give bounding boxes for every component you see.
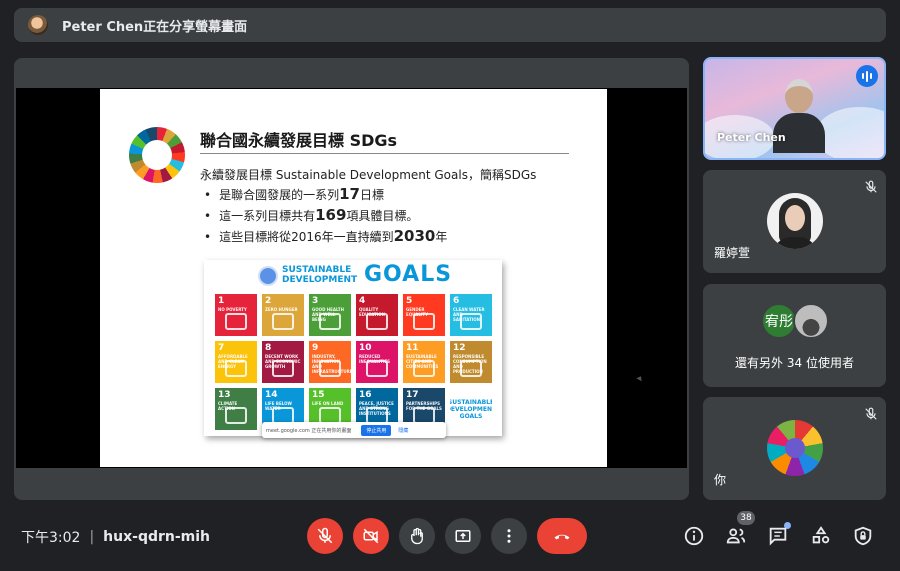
camera-toggle-button[interactable] [353, 518, 389, 554]
present-screen-button[interactable] [445, 518, 481, 554]
participant-name: 羅婷萱 [714, 246, 751, 260]
shield-lock-icon [854, 526, 872, 546]
avatar: 宥彤 [761, 303, 797, 339]
slide-divider [200, 153, 569, 154]
meeting-code: hux-qdrn-mih [103, 529, 211, 545]
mic-toggle-button[interactable] [307, 518, 343, 554]
self-view-tile[interactable]: 你 [703, 397, 886, 500]
other-participants-count: 還有另外 34 位使用者 [735, 356, 854, 370]
mic-off-icon [865, 180, 877, 193]
present-screen-icon [455, 530, 471, 542]
sdg-tile-13: 13 CLIMATE ACTION [215, 388, 257, 430]
leave-call-button[interactable] [537, 518, 587, 554]
sdg-tile-7: 7 AFFORDABLE AND CLEAN ENERGY [215, 341, 257, 383]
sdg-tile-6: 6 CLEAN WATER AND SANITATION [450, 294, 492, 336]
shared-screen: 聯合國永續發展目標 SDGs 永續發展目標 Sustainable Develo… [16, 88, 687, 468]
sdg-tile-8: 8 DECENT WORK AND ECONOMIC GROWTH [262, 341, 304, 383]
screen-share-notification: meet.google.com 正在共用你的畫面 停止共用 隱藏 [262, 422, 446, 438]
presentation-slide: 聯合國永續發展目標 SDGs 永續發展目標 Sustainable Develo… [100, 89, 644, 467]
sdg-tile-10: 10 REDUCED INEQUALITIES [356, 341, 398, 383]
sdg-tile-1: 1 NO POVERTY [215, 294, 257, 336]
activities-icon [812, 526, 830, 544]
participant-tile-speaker[interactable]: Peter Chen [703, 57, 886, 160]
sdg-tile-9: 9 INDUSTRY, INNOVATION AND INFRASTRUCTURE [309, 341, 351, 383]
sdg-tile-5: 5 GENDER EQUALITY [403, 294, 445, 336]
meeting-info: 下午3:02 | hux-qdrn-mih [21, 527, 210, 547]
sdg-wheel-icon [129, 127, 185, 183]
chat-icon [769, 527, 787, 546]
avatar [767, 193, 823, 249]
mic-off-icon [317, 527, 333, 544]
people-icon [726, 528, 746, 544]
avatar [767, 420, 823, 476]
sdg-poster: SUSTAINABLE DEVELOPMENT GOALS 1 NO POVERTY… [204, 260, 502, 438]
participant-tile[interactable]: 羅婷萱 [703, 170, 886, 273]
speaking-indicator-icon [856, 65, 878, 87]
participant-name: 你 [714, 473, 727, 487]
sdg-logo-tile: SUSTAINABLE DEVELOPMENT GOALS [450, 388, 492, 430]
slide-title: 聯合國永續發展目標 SDGs [200, 131, 398, 150]
chat-button[interactable] [765, 523, 791, 549]
bullet-item: 這些目標將從2016年一直持續到2030年 [204, 226, 447, 247]
background-cloud [815, 107, 884, 158]
people-button[interactable] [723, 523, 749, 549]
hide-notification-button[interactable]: 隱藏 [398, 427, 408, 434]
screen-share-stage[interactable]: 聯合國永續發展目標 SDGs 永續發展目標 Sustainable Develo… [14, 58, 689, 500]
raise-hand-button[interactable] [399, 518, 435, 554]
more-vert-icon [507, 529, 511, 543]
sdg-tile-3: 3 GOOD HEALTH AND WELL-BEING [309, 294, 351, 336]
slide-subtitle: 永續發展目標 Sustainable Development Goals，簡稱S… [200, 168, 537, 182]
poster-brand: SUSTAINABLE DEVELOPMENT [282, 265, 358, 285]
sdg-tile-2: 2 ZERO HUNGER [262, 294, 304, 336]
divider: | [89, 529, 95, 545]
slide-bullets: 是聯合國發展的一系列17日標 這一系列目標共有169項具體目標。 這些目標將從2… [204, 184, 447, 247]
other-participants-tile[interactable]: 宥彤 還有另外 34 位使用者 [703, 284, 886, 387]
participant-name: Peter Chen [717, 131, 786, 144]
camera-off-icon [363, 528, 379, 544]
mouse-cursor-icon [636, 374, 644, 382]
hand-icon [411, 527, 423, 545]
bullet-item: 這一系列目標共有169項具體目標。 [204, 205, 447, 226]
sdg-tile-12: 12 RESPONSIBLE CONSUMPTION AND PRODUCTION [450, 341, 492, 383]
presenting-status: Peter Chen正在分享螢幕畫面 [62, 19, 248, 35]
mic-off-icon [865, 407, 877, 420]
participant-video [773, 79, 825, 153]
sdg-tile-grid: 1 NO POVERTY 2 ZERO HUNGER 3 GOOD HEALTH AND … [215, 294, 492, 430]
un-globe-icon [258, 266, 278, 286]
stop-sharing-button[interactable]: 停止共用 [361, 424, 392, 436]
presenter-avatar [28, 15, 48, 35]
end-call-icon [554, 534, 570, 540]
participant-head [785, 79, 813, 113]
meeting-details-button[interactable] [681, 523, 707, 549]
host-controls-button[interactable] [850, 523, 876, 549]
more-options-button[interactable] [491, 518, 527, 554]
info-icon [684, 526, 704, 546]
clock: 下午3:02 [21, 530, 81, 546]
avatar [793, 303, 829, 339]
sdg-tile-11: 11 SUSTAINABLE CITIES AND COMMUNITIES [403, 341, 445, 383]
poster-goals-wordmark: GOALS [364, 262, 453, 287]
presentation-banner: Peter Chen正在分享螢幕畫面 [14, 8, 886, 42]
activities-button[interactable] [808, 523, 834, 549]
bullet-item: 是聯合國發展的一系列17日標 [204, 184, 447, 205]
sdg-tile-4: 4 QUALITY EDUCATION [356, 294, 398, 336]
share-pill-text: meet.google.com 正在共用你的畫面 [266, 427, 352, 434]
